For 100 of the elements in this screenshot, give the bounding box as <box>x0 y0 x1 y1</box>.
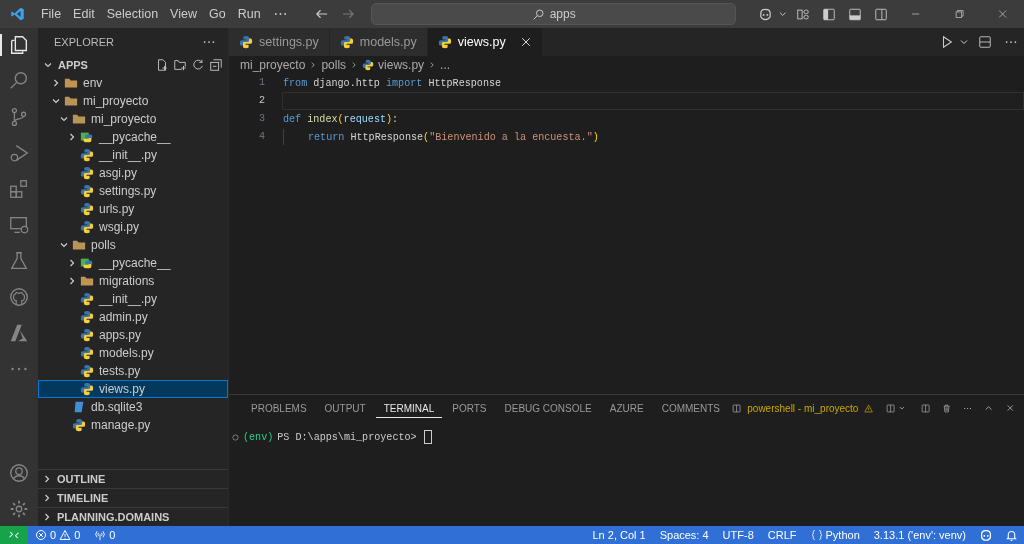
split-terminal-icon[interactable] <box>885 401 895 415</box>
azure-icon[interactable] <box>8 322 30 344</box>
settings-icon[interactable] <box>8 498 30 520</box>
bell-icon[interactable] <box>1005 528 1018 542</box>
status-item[interactable]: UTF-8 <box>715 529 761 541</box>
menu-item[interactable]: File <box>34 7 68 21</box>
tree-item[interactable]: tests.py <box>38 362 228 380</box>
panel-tab[interactable]: PROBLEMS <box>243 398 315 418</box>
close-icon[interactable] <box>519 36 532 48</box>
status-item[interactable]: CRLF <box>760 529 804 541</box>
search-icon[interactable] <box>8 70 30 92</box>
panel-tab[interactable]: AZURE <box>601 398 652 418</box>
editor-tab[interactable]: models.py <box>329 28 428 56</box>
folder-icon <box>80 274 94 288</box>
tree-item[interactable]: admin.py <box>38 308 228 326</box>
secondary-sidebar-icon[interactable] <box>874 6 889 22</box>
tree-item[interactable]: wsgi.py <box>38 218 228 236</box>
panel-tab[interactable]: PORTS <box>444 398 495 418</box>
chevron-right-icon <box>51 78 61 88</box>
tree-item[interactable]: apps.py <box>38 326 228 344</box>
caret-icon[interactable] <box>960 38 968 46</box>
menu-item[interactable]: Go <box>202 7 232 21</box>
language-status[interactable]: Python <box>803 529 867 541</box>
copilot-icon[interactable] <box>757 6 773 22</box>
menu-item[interactable]: Selection <box>100 7 165 21</box>
status-item[interactable]: Ln 2, Col 1 <box>585 529 653 541</box>
tree-item[interactable]: migrations <box>38 272 228 290</box>
search-field[interactable]: apps <box>371 3 736 25</box>
caret-icon[interactable] <box>898 404 905 412</box>
menu-item[interactable]: Run <box>231 7 267 21</box>
files-icon[interactable] <box>0 34 30 56</box>
line-number: 3 <box>257 112 265 126</box>
tree-item[interactable]: env <box>38 74 228 92</box>
tree-item[interactable]: __init__.py <box>38 146 228 164</box>
tree-item[interactable]: asgi.py <box>38 164 228 182</box>
caret-icon[interactable] <box>778 10 787 18</box>
restore-icon[interactable] <box>953 8 965 20</box>
tree-item[interactable]: mi_proyecto <box>38 92 228 110</box>
sidebar-toggle-icon[interactable] <box>822 6 837 22</box>
tree-item[interactable]: views.py <box>38 380 228 398</box>
ports-status[interactable]: 0 <box>87 529 123 541</box>
tree-item[interactable]: __pycache__ <box>38 254 228 272</box>
breadcrumb-item[interactable]: polls <box>321 58 347 72</box>
github-icon[interactable] <box>8 286 30 308</box>
status-item[interactable]: 3.13.1 ('env': venv) <box>866 529 973 541</box>
remote-explorer-icon[interactable] <box>8 214 30 236</box>
run-debug-icon[interactable] <box>8 142 30 164</box>
breadcrumb-item[interactable]: ... <box>440 58 451 72</box>
panel-tab[interactable]: OUTPUT <box>316 398 374 418</box>
folder-icon <box>72 112 86 126</box>
python-icon <box>339 35 354 49</box>
tree-item[interactable]: APPS <box>38 56 228 74</box>
collapse-all-icon[interactable] <box>209 58 223 72</box>
tree-item[interactable]: mi_proyecto <box>38 110 228 128</box>
python-icon <box>80 328 94 342</box>
tree-item[interactable]: urls.py <box>38 200 228 218</box>
tree-item[interactable]: manage.py <box>38 416 228 434</box>
editor-tab[interactable]: settings.py <box>229 28 330 56</box>
python-icon <box>80 310 94 324</box>
new-folder-icon[interactable] <box>173 58 187 72</box>
problems-status[interactable]: 0 0 <box>28 529 88 541</box>
panel-tab[interactable]: COMMENTS <box>653 398 729 418</box>
copilot-icon[interactable] <box>979 528 993 542</box>
layout-icon[interactable] <box>796 6 811 22</box>
tree-item[interactable]: db.sqlite3 <box>38 398 228 416</box>
menu-item[interactable]: Edit <box>67 7 101 21</box>
tree-item[interactable]: __pycache__ <box>38 128 228 146</box>
account-icon[interactable] <box>8 462 30 484</box>
new-file-icon[interactable] <box>155 58 169 72</box>
line-number: 2 <box>257 94 265 108</box>
editor-tab[interactable]: views.py <box>427 28 543 56</box>
error-icon <box>35 529 47 541</box>
explorer-title: EXPLORER <box>54 36 114 48</box>
chevron-right-icon <box>67 132 77 142</box>
tree-item[interactable]: __init__.py <box>38 290 228 308</box>
menu-item[interactable]: View <box>164 7 203 21</box>
run-icon[interactable] <box>940 35 954 49</box>
terminal-name[interactable]: powershell - mi_proyecto <box>747 402 859 414</box>
status-item[interactable]: Spaces: 4 <box>652 529 716 541</box>
tree-item[interactable]: models.py <box>38 344 228 362</box>
split-icon[interactable] <box>920 401 930 415</box>
refresh-icon[interactable] <box>191 58 205 72</box>
flask-icon[interactable] <box>8 250 30 272</box>
chevron-down-icon <box>43 60 53 70</box>
section-header[interactable]: TIMELINE <box>38 488 228 507</box>
breadcrumb-item[interactable]: views.py <box>378 58 425 72</box>
tree-item[interactable]: settings.py <box>38 182 228 200</box>
breadcrumb-item[interactable]: mi_proyecto <box>240 58 306 72</box>
code-line: return HttpResponse("Bienvenido a la encuesta.") <box>308 131 599 143</box>
tree-item[interactable]: polls <box>38 236 228 254</box>
extensions-icon[interactable] <box>8 178 30 200</box>
panel-tab[interactable]: DEBUG CONSOLE <box>496 398 600 418</box>
panel-toggle-icon[interactable] <box>848 6 863 22</box>
python-icon <box>80 166 94 180</box>
trash-icon[interactable] <box>941 401 952 415</box>
python-folder-icon <box>80 256 94 270</box>
python-icon <box>80 148 94 162</box>
panel-tab[interactable]: TERMINAL <box>375 398 443 418</box>
split-editor-icon[interactable] <box>978 35 992 49</box>
section-header[interactable]: OUTLINE <box>38 469 228 488</box>
